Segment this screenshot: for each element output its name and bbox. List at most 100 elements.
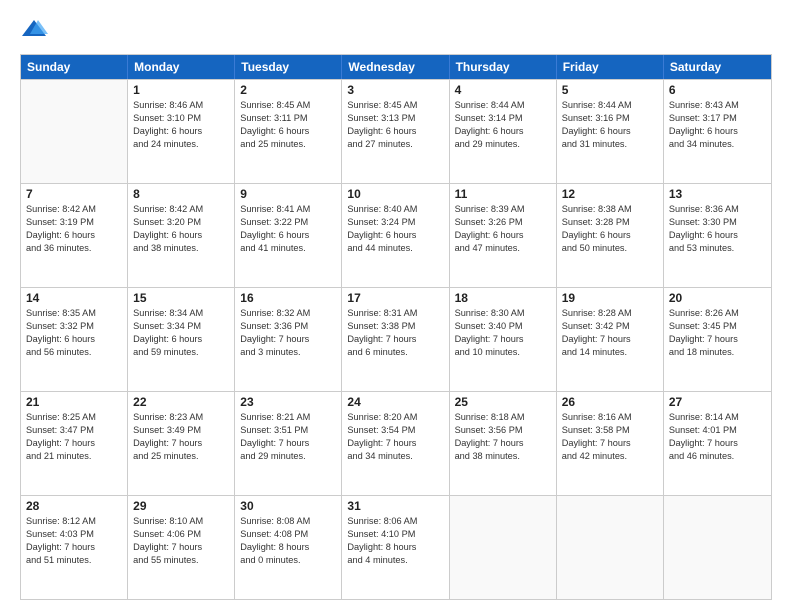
sunset-text: Sunset: 3:10 PM <box>133 112 229 125</box>
daylight-minutes-text: and 34 minutes. <box>669 138 766 151</box>
calendar-cell: 22Sunrise: 8:23 AMSunset: 3:49 PMDayligh… <box>128 392 235 495</box>
calendar-cell: 30Sunrise: 8:08 AMSunset: 4:08 PMDayligh… <box>235 496 342 599</box>
daylight-minutes-text: and 25 minutes. <box>133 450 229 463</box>
day-number: 12 <box>562 187 658 201</box>
daylight-text: Daylight: 6 hours <box>26 333 122 346</box>
calendar-cell: 18Sunrise: 8:30 AMSunset: 3:40 PMDayligh… <box>450 288 557 391</box>
day-number: 3 <box>347 83 443 97</box>
calendar-cell: 8Sunrise: 8:42 AMSunset: 3:20 PMDaylight… <box>128 184 235 287</box>
calendar-cell: 5Sunrise: 8:44 AMSunset: 3:16 PMDaylight… <box>557 80 664 183</box>
page: Sunday Monday Tuesday Wednesday Thursday… <box>0 0 792 612</box>
sunset-text: Sunset: 3:54 PM <box>347 424 443 437</box>
daylight-minutes-text: and 46 minutes. <box>669 450 766 463</box>
daylight-minutes-text: and 34 minutes. <box>347 450 443 463</box>
daylight-minutes-text: and 24 minutes. <box>133 138 229 151</box>
sunset-text: Sunset: 3:38 PM <box>347 320 443 333</box>
sunset-text: Sunset: 4:10 PM <box>347 528 443 541</box>
calendar-week-1: 1 Sunrise: 8:46 AMSunset: 3:10 PM Daylight… <box>21 79 771 183</box>
calendar-cell: 21Sunrise: 8:25 AMSunset: 3:47 PMDayligh… <box>21 392 128 495</box>
daylight-minutes-text: and 42 minutes. <box>562 450 658 463</box>
sunrise-text: Sunrise: 8:45 AM <box>347 99 443 112</box>
sunset-text: Sunset: 3:47 PM <box>26 424 122 437</box>
calendar-cell: 2Sunrise: 8:45 AMSunset: 3:11 PMDaylight… <box>235 80 342 183</box>
daylight-text: Daylight: 7 hours <box>562 437 658 450</box>
daylight-text: Daylight: 6 hours <box>562 125 658 138</box>
daylight-text: Daylight: 6 hours <box>455 229 551 242</box>
sunrise-text: Sunrise: 8:16 AM <box>562 411 658 424</box>
calendar-week-2: 7Sunrise: 8:42 AMSunset: 3:19 PMDaylight… <box>21 183 771 287</box>
daylight-text: Daylight: 6 hours <box>133 229 229 242</box>
day-number: 29 <box>133 499 229 513</box>
sunset-text: Sunset: 3:30 PM <box>669 216 766 229</box>
daylight-minutes-text: and 29 minutes. <box>240 450 336 463</box>
calendar-cell: 27Sunrise: 8:14 AMSunset: 4:01 PMDayligh… <box>664 392 771 495</box>
sunrise-text: Sunrise: 8:41 AM <box>240 203 336 216</box>
daylight-minutes-text: and 56 minutes. <box>26 346 122 359</box>
sunrise-text: Sunrise: 8:42 AM <box>26 203 122 216</box>
header-monday: Monday <box>128 55 235 79</box>
day-number: 15 <box>133 291 229 305</box>
sunset-text: Sunset: 3:11 PM <box>240 112 336 125</box>
calendar-week-4: 21Sunrise: 8:25 AMSunset: 3:47 PMDayligh… <box>21 391 771 495</box>
day-number: 17 <box>347 291 443 305</box>
day-number: 16 <box>240 291 336 305</box>
daylight-text: Daylight: 7 hours <box>26 541 122 554</box>
daylight-text: Daylight: 6 hours <box>133 333 229 346</box>
sunrise-text: Sunrise: 8:44 AM <box>562 99 658 112</box>
sunset-text: Sunset: 3:32 PM <box>26 320 122 333</box>
calendar-cell <box>664 496 771 599</box>
daylight-minutes-text: and 3 minutes. <box>240 346 336 359</box>
calendar-cell: 15Sunrise: 8:34 AMSunset: 3:34 PMDayligh… <box>128 288 235 391</box>
header-sunday: Sunday <box>21 55 128 79</box>
day-number: 20 <box>669 291 766 305</box>
sunset-text: Sunset: 3:22 PM <box>240 216 336 229</box>
day-number: 1 <box>133 83 229 97</box>
sunset-text: Sunset: 3:51 PM <box>240 424 336 437</box>
daylight-text: Daylight: 7 hours <box>240 333 336 346</box>
header-wednesday: Wednesday <box>342 55 449 79</box>
day-number: 24 <box>347 395 443 409</box>
day-number: 19 <box>562 291 658 305</box>
daylight-minutes-text: and 55 minutes. <box>133 554 229 567</box>
daylight-minutes-text: and 36 minutes. <box>26 242 122 255</box>
daylight-text: Daylight: 6 hours <box>669 229 766 242</box>
sunrise-text: Sunrise: 8:35 AM <box>26 307 122 320</box>
day-number: 25 <box>455 395 551 409</box>
calendar-cell: 10Sunrise: 8:40 AMSunset: 3:24 PMDayligh… <box>342 184 449 287</box>
day-number: 26 <box>562 395 658 409</box>
sunset-text: Sunset: 3:17 PM <box>669 112 766 125</box>
daylight-minutes-text: and 53 minutes. <box>669 242 766 255</box>
daylight-text: Daylight: 6 hours <box>347 229 443 242</box>
calendar-cell: 20Sunrise: 8:26 AMSunset: 3:45 PMDayligh… <box>664 288 771 391</box>
sunrise-text: Sunrise: 8:23 AM <box>133 411 229 424</box>
day-number: 9 <box>240 187 336 201</box>
sunset-text: Sunset: 4:03 PM <box>26 528 122 541</box>
daylight-text: Daylight: 7 hours <box>347 437 443 450</box>
daylight-minutes-text: and 4 minutes. <box>347 554 443 567</box>
daylight-minutes-text: and 25 minutes. <box>240 138 336 151</box>
day-number: 6 <box>669 83 766 97</box>
sunrise-text: Sunrise: 8:44 AM <box>455 99 551 112</box>
day-number: 11 <box>455 187 551 201</box>
sunset-text: Sunset: 3:16 PM <box>562 112 658 125</box>
calendar-week-5: 28Sunrise: 8:12 AMSunset: 4:03 PMDayligh… <box>21 495 771 599</box>
sunrise-text: Sunrise: 8:38 AM <box>562 203 658 216</box>
calendar-cell: 19Sunrise: 8:28 AMSunset: 3:42 PMDayligh… <box>557 288 664 391</box>
calendar-cell: 28Sunrise: 8:12 AMSunset: 4:03 PMDayligh… <box>21 496 128 599</box>
day-number: 18 <box>455 291 551 305</box>
sunrise-text: Sunrise: 8:34 AM <box>133 307 229 320</box>
sunrise-text: Sunrise: 8:14 AM <box>669 411 766 424</box>
sunset-text: Sunset: 3:14 PM <box>455 112 551 125</box>
daylight-text: Daylight: 7 hours <box>455 437 551 450</box>
calendar-cell: 25Sunrise: 8:18 AMSunset: 3:56 PMDayligh… <box>450 392 557 495</box>
daylight-text: Daylight: 7 hours <box>347 333 443 346</box>
calendar-week-3: 14Sunrise: 8:35 AMSunset: 3:32 PMDayligh… <box>21 287 771 391</box>
daylight-minutes-text: and 29 minutes. <box>455 138 551 151</box>
daylight-minutes-text: and 18 minutes. <box>669 346 766 359</box>
sunrise-text: Sunrise: 8:46 AM <box>133 99 229 112</box>
calendar-cell: 4Sunrise: 8:44 AMSunset: 3:14 PMDaylight… <box>450 80 557 183</box>
sunrise-text: Sunrise: 8:42 AM <box>133 203 229 216</box>
calendar-cell: 6Sunrise: 8:43 AMSunset: 3:17 PMDaylight… <box>664 80 771 183</box>
daylight-minutes-text: and 47 minutes. <box>455 242 551 255</box>
daylight-text: Daylight: 6 hours <box>240 229 336 242</box>
